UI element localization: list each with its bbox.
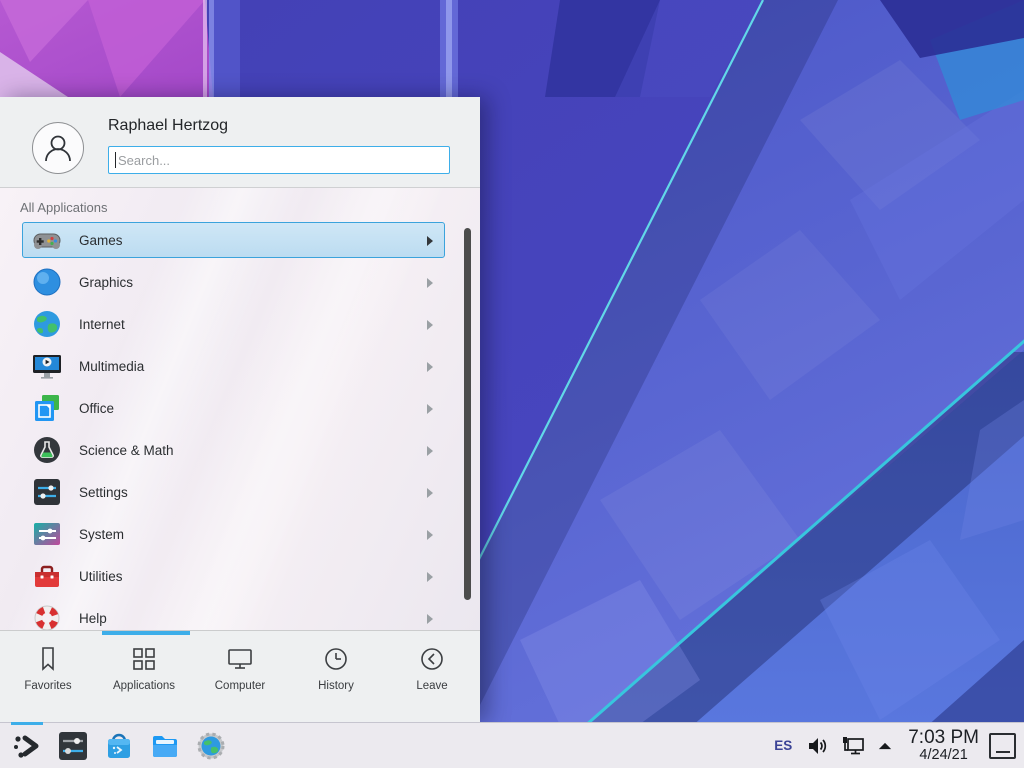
application-launcher: Raphael Hertzog All Applications Gam [0,97,480,722]
kickoff-icon [11,730,43,762]
submenu-arrow-icon [427,530,433,540]
launcher-body: All Applications Games [0,188,480,630]
grid-icon [129,644,159,674]
list-item-science[interactable]: Science & Math [22,432,445,468]
tab-computer[interactable]: Computer [192,631,288,722]
submenu-arrow-icon [427,614,433,624]
help-icon [31,602,63,630]
expand-arrow-icon[interactable] [875,733,895,759]
tab-label: Leave [416,680,447,692]
user-avatar[interactable] [32,122,84,174]
search-field[interactable] [108,146,450,174]
office-icon [31,392,63,424]
user-icon [41,131,75,165]
folder-icon [149,730,181,762]
web-browser-icon [195,730,227,762]
launcher-header: Raphael Hertzog [0,97,480,188]
list-item-label: Games [79,233,123,248]
search-input[interactable] [108,146,450,174]
list-item-label: Graphics [79,275,133,290]
list-item-label: System [79,527,124,542]
network-icon[interactable] [840,733,866,759]
launcher-footer: Favorites Applications [0,630,480,722]
active-app-indicator [11,722,43,725]
tab-leave[interactable]: Leave [384,631,480,722]
list-item-utilities[interactable]: Utilities [22,558,445,594]
utilities-icon [31,560,63,592]
volume-icon[interactable] [805,733,831,759]
settings-icon [31,476,63,508]
discover-button[interactable] [102,729,136,763]
kickoff-launcher-button[interactable] [10,729,44,763]
submenu-arrow-icon [427,236,433,246]
system-settings-button[interactable] [56,729,90,763]
submenu-arrow-icon [427,488,433,498]
scrollbar[interactable] [464,228,471,600]
internet-icon [31,308,63,340]
discover-icon [103,730,135,762]
text-caret [115,152,116,168]
system-tray: ES 7:03 PM 4/24/21 [774,728,1016,763]
list-item-settings[interactable]: Settings [22,474,445,510]
user-name: Raphael Hertzog [108,117,228,135]
bookmark-icon [33,644,63,674]
tab-label: History [318,680,354,692]
tab-favorites[interactable]: Favorites [0,631,96,722]
tab-history[interactable]: History [288,631,384,722]
tab-bar: Favorites Applications [0,631,480,722]
monitor-icon [225,644,255,674]
clock-time: 7:03 PM [908,728,979,748]
tab-label: Applications [113,680,175,692]
show-desktop-glyph [996,751,1010,753]
list-item-label: Help [79,611,107,626]
list-item-help[interactable]: Help [22,600,445,630]
submenu-arrow-icon [427,362,433,372]
clock-date: 4/24/21 [908,748,979,763]
active-tab-indicator [102,631,190,635]
list-item-label: Multimedia [79,359,144,374]
list-item-games[interactable]: Games [22,222,445,258]
multimedia-icon [31,350,63,382]
list-item-label: Internet [79,317,125,332]
show-desktop-button[interactable] [989,733,1016,759]
submenu-arrow-icon [427,572,433,582]
submenu-arrow-icon [427,404,433,414]
science-icon [31,434,63,466]
category-list: Games Graphics [0,222,480,630]
list-item-label: Science & Math [79,443,174,458]
desktop: Raphael Hertzog All Applications Gam [0,0,1024,768]
list-item-multimedia[interactable]: Multimedia [22,348,445,384]
list-item-office[interactable]: Office [22,390,445,426]
system-settings-icon [57,730,89,762]
list-item-graphics[interactable]: Graphics [22,264,445,300]
list-item-label: Settings [79,485,128,500]
graphics-icon [31,266,63,298]
leave-icon [417,644,447,674]
tab-label: Computer [215,680,266,692]
submenu-arrow-icon [427,446,433,456]
system-icon [31,518,63,550]
list-item-internet[interactable]: Internet [22,306,445,342]
clock-icon [321,644,351,674]
submenu-arrow-icon [427,320,433,330]
web-browser-button[interactable] [194,729,228,763]
file-manager-button[interactable] [148,729,182,763]
taskbar: ES 7:03 PM 4/24/21 [0,722,1024,768]
list-item-system[interactable]: System [22,516,445,552]
list-item-label: Office [79,401,114,416]
tab-label: Favorites [24,680,71,692]
digital-clock[interactable]: 7:03 PM 4/24/21 [908,728,979,763]
keyboard-layout-indicator[interactable]: ES [774,738,792,753]
games-icon [31,224,63,256]
submenu-arrow-icon [427,278,433,288]
section-label: All Applications [0,188,480,222]
list-item-label: Utilities [79,569,123,584]
tab-applications[interactable]: Applications [96,631,192,722]
